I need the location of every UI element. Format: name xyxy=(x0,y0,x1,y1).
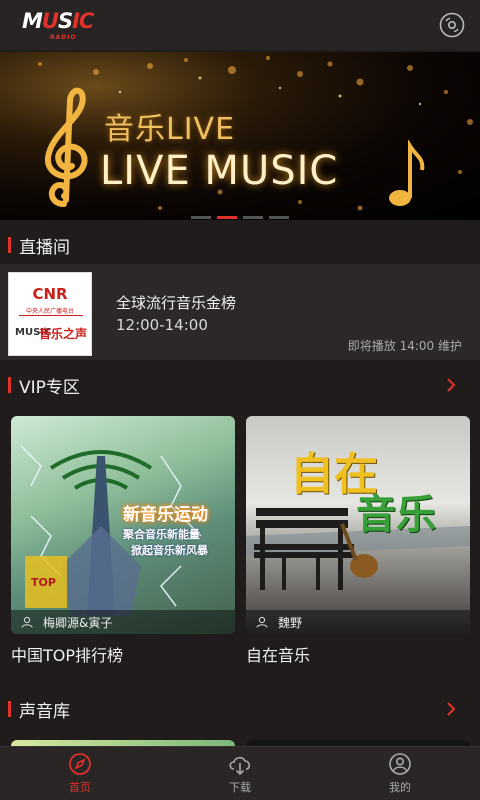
section-marker xyxy=(8,237,11,253)
pager-dot[interactable] xyxy=(243,216,263,219)
cloud-download-icon xyxy=(229,756,251,776)
section-title-library: 声音库 xyxy=(19,701,70,722)
pager-dot[interactable] xyxy=(191,216,211,219)
section-marker xyxy=(8,377,11,393)
poster-line-1: 聚合音乐新能量 xyxy=(123,528,200,541)
program-name: 全球流行音乐金榜 xyxy=(116,294,237,312)
music-note-icon xyxy=(389,140,425,206)
app-logo[interactable]: MUSIC RADIO xyxy=(22,7,94,43)
user-icon xyxy=(21,616,33,628)
program-time: 12:00-14:00 xyxy=(116,316,208,334)
promo-banner[interactable]: 音乐LIVE LIVE MUSIC xyxy=(0,52,480,220)
poster-art xyxy=(20,445,202,616)
section-live-header: 直播间 xyxy=(0,224,480,266)
vip-card-top-chart[interactable]: 新音乐运动 聚合音乐新能量 掀起音乐新风暴 TOP 梅卿源&寅子 xyxy=(11,416,235,634)
vip-card-caption[interactable]: 中国TOP排行榜 xyxy=(11,642,123,666)
logo-text: MUSIC xyxy=(22,9,94,33)
thumb-subtitle: 中央人民广播电台 xyxy=(25,308,74,315)
treble-clef-icon xyxy=(45,87,88,207)
card-author: 魏野 xyxy=(278,615,303,630)
vip-card-caption[interactable]: 自在音乐 xyxy=(246,642,310,666)
banner-line-1: 音乐LIVE xyxy=(104,112,236,147)
app-root: MUSIC RADIO 音乐LIVE LIVE MUSIC 直播间 CNR 中央… xyxy=(0,0,480,800)
pager-dot-active[interactable] xyxy=(217,216,237,219)
disc-icon[interactable] xyxy=(438,11,466,39)
tab-profile[interactable]: 我的 xyxy=(320,747,480,800)
card-author: 梅卿源&寅子 xyxy=(43,615,113,630)
bottom-tab-bar: 首页 下载 我的 xyxy=(0,746,480,800)
compass-icon xyxy=(69,753,91,775)
chevron-right-icon[interactable] xyxy=(444,700,458,718)
section-title-vip: VIP专区 xyxy=(19,377,80,398)
banner-pager xyxy=(0,216,480,220)
tab-label: 我的 xyxy=(389,781,411,794)
pager-dot[interactable] xyxy=(269,216,289,219)
banner-line-2: LIVE MUSIC xyxy=(100,148,339,194)
tab-home[interactable]: 首页 xyxy=(0,747,160,800)
section-library-header: 声音库 xyxy=(0,688,480,730)
thumb-brand-bottom-cn: 音乐之声 xyxy=(39,327,88,341)
user-icon xyxy=(256,616,268,628)
section-marker xyxy=(8,701,11,717)
program-status: 即将播放 14:00 维护 xyxy=(347,339,462,353)
poster-badge: TOP xyxy=(31,576,56,589)
card-author-bar: 梅卿源&寅子 xyxy=(11,610,235,634)
poster-title: 新音乐运动 xyxy=(123,505,208,525)
tab-label: 下载 xyxy=(229,781,251,794)
tab-download[interactable]: 下载 xyxy=(160,747,320,800)
user-icon xyxy=(389,753,411,775)
thumb-divider xyxy=(19,315,83,316)
section-vip-header: VIP专区 xyxy=(0,364,480,406)
card-author-bar: 魏野 xyxy=(246,610,470,634)
tab-label: 首页 xyxy=(69,781,91,794)
live-program-card[interactable]: CNR 中央人民广播电台 MUSIC 音乐之声 全球流行音乐金榜 12:00-1… xyxy=(0,264,480,360)
vip-card-free-music[interactable]: 自在 音乐 魏野 xyxy=(246,416,470,634)
poster-line-2: 掀起音乐新风暴 xyxy=(131,544,208,557)
logo-subtext: RADIO xyxy=(50,34,77,41)
poster-title-2: 音乐 xyxy=(356,492,436,538)
station-thumbnail: CNR 中央人民广播电台 MUSIC 音乐之声 xyxy=(8,272,92,356)
section-title-live: 直播间 xyxy=(19,237,70,258)
thumb-brand: CNR xyxy=(32,285,68,303)
chevron-right-icon[interactable] xyxy=(444,376,458,394)
top-bar: MUSIC RADIO xyxy=(0,0,480,50)
